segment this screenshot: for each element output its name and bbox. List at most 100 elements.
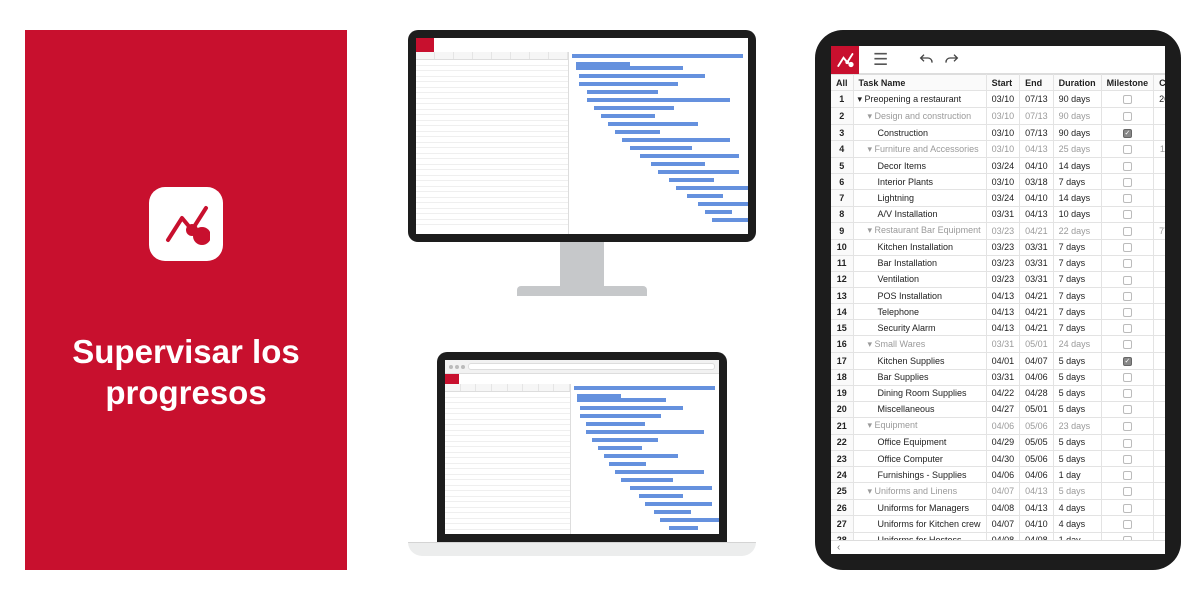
duration-cell[interactable]: 1 day — [1053, 532, 1101, 540]
task-name-cell[interactable]: Dining Room Supplies — [853, 385, 986, 401]
milestone-checkbox[interactable] — [1123, 373, 1132, 382]
milestone-checkbox[interactable] — [1123, 178, 1132, 187]
start-cell[interactable]: 03/10 — [986, 91, 1020, 108]
milestone-cell[interactable] — [1101, 125, 1154, 141]
completion-cell[interactable]: 100% — [1154, 271, 1165, 287]
duration-cell[interactable]: 4 days — [1053, 516, 1101, 532]
task-name-cell[interactable]: Security Alarm — [853, 320, 986, 336]
task-name-cell[interactable]: Office Equipment — [853, 434, 986, 450]
start-cell[interactable]: 03/23 — [986, 271, 1020, 287]
start-cell[interactable]: 04/07 — [986, 483, 1020, 500]
completion-cell[interactable]: 30% — [1154, 190, 1165, 206]
table-row[interactable]: 23Office Computer04/3005/065 days50% — [831, 451, 1165, 467]
col-start[interactable]: Start — [986, 75, 1020, 91]
table-row[interactable]: 20Miscellaneous04/2705/015 days0% — [831, 401, 1165, 417]
table-row[interactable]: 4▾ Furniture and Accessories03/1004/1325… — [831, 141, 1165, 158]
completion-cell[interactable]: 26.96% — [1154, 91, 1165, 108]
duration-cell[interactable]: 5 days — [1053, 385, 1101, 401]
task-name-cell[interactable]: ▾ Design and construction — [853, 108, 986, 125]
milestone-checkbox[interactable] — [1123, 145, 1132, 154]
start-cell[interactable]: 04/13 — [986, 320, 1020, 336]
app-menu-button[interactable] — [416, 38, 434, 52]
completion-cell[interactable]: 100% — [1154, 320, 1165, 336]
task-name-cell[interactable]: Ventilation — [853, 271, 986, 287]
task-name-cell[interactable]: Decor Items — [853, 158, 986, 174]
milestone-checkbox[interactable] — [1123, 422, 1132, 431]
end-cell[interactable]: 07/13 — [1020, 125, 1054, 141]
end-cell[interactable]: 05/06 — [1020, 417, 1054, 434]
start-cell[interactable]: 04/29 — [986, 434, 1020, 450]
milestone-cell[interactable] — [1101, 222, 1154, 239]
completion-cell[interactable]: 0% — [1154, 304, 1165, 320]
duration-cell[interactable]: 4 days — [1053, 500, 1101, 516]
end-cell[interactable]: 05/01 — [1020, 401, 1054, 417]
start-cell[interactable]: 03/10 — [986, 125, 1020, 141]
task-name-cell[interactable]: Telephone — [853, 304, 986, 320]
table-row[interactable]: 21▾ Equipment04/0605/0623 days40% — [831, 417, 1165, 434]
start-cell[interactable]: 03/24 — [986, 158, 1020, 174]
milestone-checkbox[interactable] — [1123, 455, 1132, 464]
end-cell[interactable]: 04/08 — [1020, 532, 1054, 540]
start-cell[interactable]: 04/13 — [986, 304, 1020, 320]
completion-cell[interactable]: 0% — [1154, 434, 1165, 450]
duration-cell[interactable]: 5 days — [1053, 353, 1101, 369]
milestone-checkbox[interactable] — [1123, 405, 1132, 414]
start-cell[interactable]: 04/06 — [986, 467, 1020, 483]
milestone-cell[interactable] — [1101, 483, 1154, 500]
completion-cell[interactable]: 77.50% — [1154, 222, 1165, 239]
milestone-cell[interactable] — [1101, 141, 1154, 158]
duration-cell[interactable]: 14 days — [1053, 158, 1101, 174]
start-cell[interactable]: 04/13 — [986, 288, 1020, 304]
table-row[interactable]: 26Uniforms for Managers04/0804/134 days6… — [831, 500, 1165, 516]
start-cell[interactable]: 04/08 — [986, 532, 1020, 540]
duration-cell[interactable]: 5 days — [1053, 483, 1101, 500]
end-cell[interactable]: 04/06 — [1020, 369, 1054, 385]
duration-cell[interactable]: 5 days — [1053, 451, 1101, 467]
start-cell[interactable]: 03/31 — [986, 369, 1020, 385]
table-row[interactable]: 17Kitchen Supplies04/0104/075 days0% — [831, 353, 1165, 369]
start-cell[interactable]: 04/07 — [986, 516, 1020, 532]
completion-cell[interactable]: 0% — [1154, 385, 1165, 401]
completion-cell[interactable]: 60% — [1154, 532, 1165, 540]
app-menu-button[interactable] — [831, 46, 859, 74]
completion-cell[interactable]: 0% — [1154, 108, 1165, 125]
duration-cell[interactable]: 7 days — [1053, 255, 1101, 271]
end-cell[interactable]: 07/13 — [1020, 91, 1054, 108]
milestone-checkbox[interactable] — [1123, 227, 1132, 236]
milestone-cell[interactable] — [1101, 401, 1154, 417]
milestone-checkbox[interactable] — [1123, 162, 1132, 171]
end-cell[interactable]: 04/10 — [1020, 190, 1054, 206]
col-task[interactable]: Task Name — [853, 75, 986, 91]
col-end[interactable]: End — [1020, 75, 1054, 91]
milestone-checkbox[interactable] — [1123, 259, 1132, 268]
completion-cell[interactable]: 85% — [1154, 288, 1165, 304]
milestone-checkbox[interactable] — [1123, 308, 1132, 317]
completion-cell[interactable]: 60% — [1154, 483, 1165, 500]
undo-icon[interactable] — [918, 52, 934, 68]
end-cell[interactable]: 04/21 — [1020, 304, 1054, 320]
milestone-cell[interactable] — [1101, 385, 1154, 401]
task-name-cell[interactable]: Miscellaneous — [853, 401, 986, 417]
table-row[interactable]: 13POS Installation04/1304/217 days85% — [831, 288, 1165, 304]
milestone-cell[interactable] — [1101, 190, 1154, 206]
completion-cell[interactable]: 90% — [1154, 239, 1165, 255]
end-cell[interactable]: 04/21 — [1020, 288, 1054, 304]
col-milestone[interactable]: Milestone — [1101, 75, 1154, 91]
task-name-cell[interactable]: Kitchen Supplies — [853, 353, 986, 369]
duration-cell[interactable]: 90 days — [1053, 91, 1101, 108]
completion-cell[interactable]: 0% — [1154, 401, 1165, 417]
table-row[interactable]: 2▾ Design and construction03/1007/1390 d… — [831, 108, 1165, 125]
milestone-cell[interactable] — [1101, 91, 1154, 108]
completion-cell[interactable]: 0% — [1154, 206, 1165, 222]
milestone-cell[interactable] — [1101, 320, 1154, 336]
duration-cell[interactable]: 23 days — [1053, 417, 1101, 434]
table-row[interactable]: 3Construction03/1007/1390 days80% — [831, 125, 1165, 141]
task-name-cell[interactable]: Uniforms for Managers — [853, 500, 986, 516]
task-name-cell[interactable]: ▾ Uniforms and Linens — [853, 483, 986, 500]
table-row[interactable]: 14Telephone04/1304/217 days0% — [831, 304, 1165, 320]
start-cell[interactable]: 04/01 — [986, 353, 1020, 369]
end-cell[interactable]: 04/21 — [1020, 320, 1054, 336]
milestone-cell[interactable] — [1101, 271, 1154, 287]
completion-cell[interactable]: 60% — [1154, 500, 1165, 516]
milestone-checkbox[interactable] — [1123, 504, 1132, 513]
